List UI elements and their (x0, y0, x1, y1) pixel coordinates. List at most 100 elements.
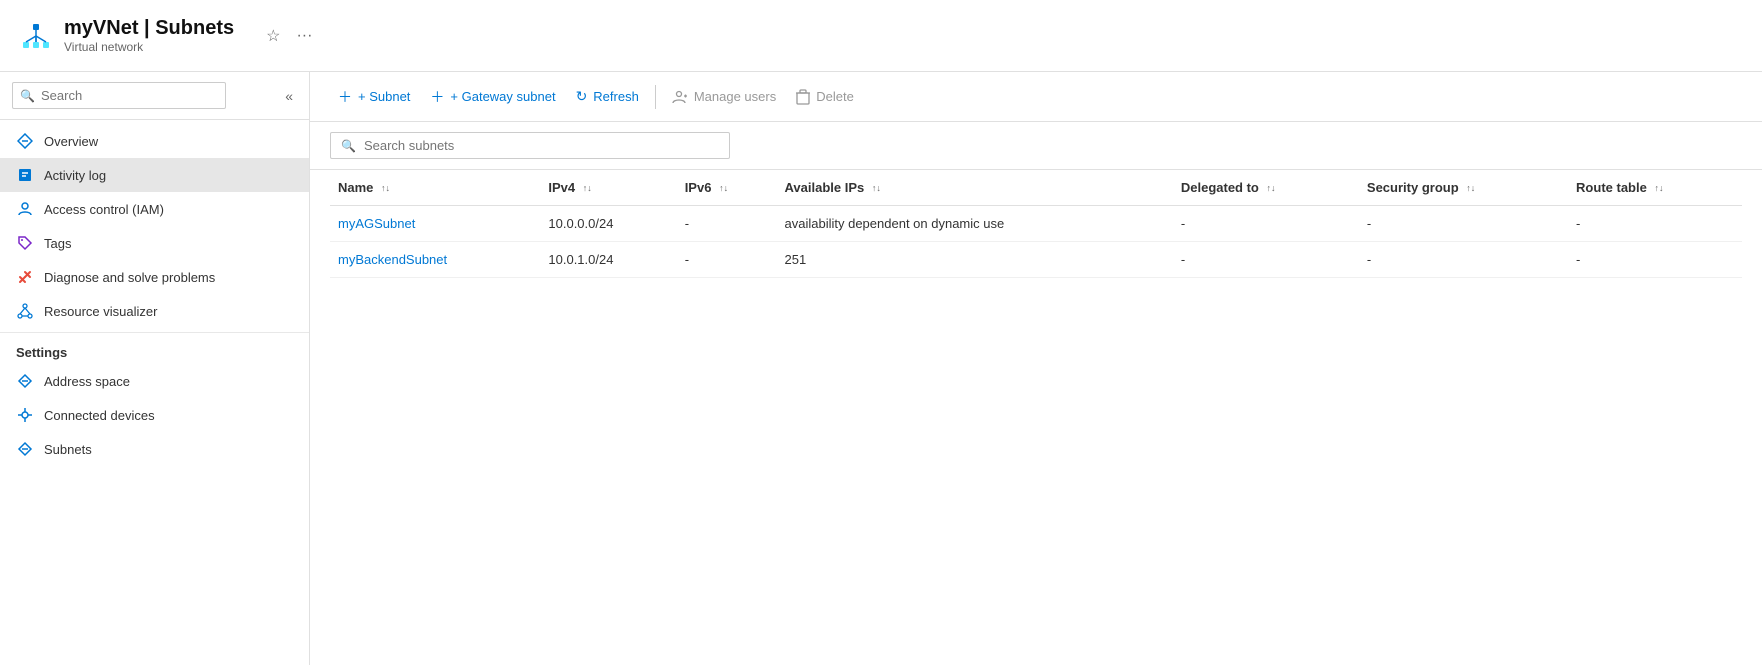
table-header-row: Name ↑↓ IPv4 ↑↓ IPv6 ↑↓ Available IPs (330, 170, 1742, 206)
table-body: myAGSubnet 10.0.0.0/24 - availability de… (330, 206, 1742, 278)
sidebar-item-connected-devices[interactable]: Connected devices (0, 398, 309, 432)
col-name[interactable]: Name ↑↓ (330, 170, 540, 206)
table-row: myBackendSubnet 10.0.1.0/24 - 251 - - - (330, 242, 1742, 278)
sidebar-item-diagnose-label: Diagnose and solve problems (44, 270, 215, 285)
col-ipv6-label: IPv6 (685, 180, 712, 195)
subnets-icon (16, 440, 34, 458)
route-table-sort-icon: ↑↓ (1654, 186, 1663, 191)
toolbar: ＋ + Subnet ＋ + Gateway subnet ↻ Refresh … (310, 72, 1762, 122)
sidebar-item-address-space[interactable]: Address space (0, 364, 309, 398)
subnets-search-icon: 🔍 (341, 139, 356, 153)
cell-ipv4-0: 10.0.0.0/24 (540, 206, 676, 242)
connected-devices-icon (16, 406, 34, 424)
main-layout: 🔍 « Overview Activity log (0, 72, 1762, 665)
cell-name-1: myBackendSubnet (330, 242, 540, 278)
page-title: Subnets (155, 17, 234, 39)
refresh-label: Refresh (593, 89, 639, 104)
add-subnet-icon: ＋ (338, 87, 352, 107)
sidebar-item-connected-devices-label: Connected devices (44, 408, 155, 423)
ipv6-sort-icon: ↑↓ (719, 186, 728, 191)
sidebar-item-activity-log-label: Activity log (44, 168, 106, 183)
cell-name-0: myAGSubnet (330, 206, 540, 242)
subnets-table-container: Name ↑↓ IPv4 ↑↓ IPv6 ↑↓ Available IPs (310, 170, 1762, 665)
logo-area: myVNet | Subnets Virtual network (20, 17, 234, 54)
address-space-icon (16, 372, 34, 390)
cell-security-group-1: - (1359, 242, 1568, 278)
cell-ipv6-1: - (677, 242, 777, 278)
sidebar-item-resource-visualizer[interactable]: Resource visualizer (0, 294, 309, 328)
sidebar-item-overview[interactable]: Overview (0, 124, 309, 158)
resource-type: Virtual network (64, 40, 234, 54)
sidebar-item-access-control[interactable]: Access control (IAM) (0, 192, 309, 226)
subnets-search-input[interactable] (364, 138, 719, 153)
col-route-table-label: Route table (1576, 180, 1647, 195)
name-sort-icon: ↑↓ (381, 186, 390, 191)
sidebar-search-area: 🔍 « (0, 72, 309, 120)
toolbar-separator (655, 85, 656, 109)
col-route-table[interactable]: Route table ↑↓ (1568, 170, 1742, 206)
col-available-ips-label: Available IPs (785, 180, 865, 195)
collapse-sidebar-button[interactable]: « (281, 84, 297, 108)
delete-button[interactable]: Delete (788, 83, 862, 110)
sidebar-item-tags[interactable]: Tags (0, 226, 309, 260)
sidebar-item-overview-label: Overview (44, 134, 98, 149)
col-name-label: Name (338, 180, 373, 195)
cell-ipv6-0: - (677, 206, 777, 242)
sidebar-item-visualizer-label: Resource visualizer (44, 304, 157, 319)
security-group-sort-icon: ↑↓ (1466, 186, 1475, 191)
sidebar-search-input[interactable] (12, 82, 226, 109)
delegated-to-sort-icon: ↑↓ (1267, 186, 1276, 191)
col-ipv6[interactable]: IPv6 ↑↓ (677, 170, 777, 206)
search-bar-inner: 🔍 (330, 132, 730, 159)
col-security-group[interactable]: Security group ↑↓ (1359, 170, 1568, 206)
diagnose-icon (16, 268, 34, 286)
cell-route-table-1: - (1568, 242, 1742, 278)
more-options-button[interactable]: ··· (292, 23, 316, 49)
content-area: ＋ + Subnet ＋ + Gateway subnet ↻ Refresh … (310, 72, 1762, 665)
cell-route-table-0: - (1568, 206, 1742, 242)
col-delegated-to[interactable]: Delegated to ↑↓ (1173, 170, 1359, 206)
subnet-link-0[interactable]: myAGSubnet (338, 216, 415, 231)
manage-users-button[interactable]: Manage users (664, 83, 784, 110)
visualizer-icon (16, 302, 34, 320)
cell-ipv4-1: 10.0.1.0/24 (540, 242, 676, 278)
sidebar-nav: Overview Activity log Access control (IA… (0, 120, 309, 665)
available-ips-sort-icon: ↑↓ (872, 186, 881, 191)
sidebar-item-subnets[interactable]: Subnets (0, 432, 309, 466)
sidebar-item-activity-log[interactable]: Activity log (0, 158, 309, 192)
subnet-link-1[interactable]: myBackendSubnet (338, 252, 447, 267)
add-subnet-button[interactable]: ＋ + Subnet (330, 82, 418, 112)
refresh-button[interactable]: ↻ Refresh (568, 83, 647, 110)
cell-available-ips-1: 251 (777, 242, 1173, 278)
sidebar: 🔍 « Overview Activity log (0, 72, 310, 665)
add-gateway-label: + Gateway subnet (450, 89, 555, 104)
col-available-ips[interactable]: Available IPs ↑↓ (777, 170, 1173, 206)
search-wrapper: 🔍 (12, 82, 273, 109)
manage-users-label: Manage users (694, 89, 776, 104)
add-gateway-subnet-button[interactable]: ＋ + Gateway subnet (422, 82, 563, 112)
resource-name: myVNet (64, 17, 138, 39)
table-row: myAGSubnet 10.0.0.0/24 - availability de… (330, 206, 1742, 242)
manage-users-icon (672, 88, 688, 105)
activity-log-icon (16, 166, 34, 184)
refresh-icon: ↻ (576, 88, 588, 105)
add-subnet-label: + Subnet (358, 89, 410, 104)
favorite-button[interactable]: ☆ (262, 22, 284, 50)
col-ipv4[interactable]: IPv4 ↑↓ (540, 170, 676, 206)
page-header: myVNet | Subnets Virtual network ☆ ··· (0, 0, 1762, 72)
page-title-separator: | (144, 17, 155, 39)
col-security-group-label: Security group (1367, 180, 1459, 195)
sidebar-item-diagnose[interactable]: Diagnose and solve problems (0, 260, 309, 294)
col-ipv4-label: IPv4 (548, 180, 575, 195)
vnet-logo-icon (20, 20, 52, 52)
subnets-table: Name ↑↓ IPv4 ↑↓ IPv6 ↑↓ Available IPs (330, 170, 1742, 278)
settings-section-heading: Settings (0, 332, 309, 364)
delete-icon (796, 88, 810, 105)
cell-delegated-to-1: - (1173, 242, 1359, 278)
iam-icon (16, 200, 34, 218)
subnets-search-bar: 🔍 (310, 122, 1762, 170)
tags-icon (16, 234, 34, 252)
col-delegated-to-label: Delegated to (1181, 180, 1259, 195)
add-gateway-icon: ＋ (430, 87, 444, 107)
cell-delegated-to-0: - (1173, 206, 1359, 242)
